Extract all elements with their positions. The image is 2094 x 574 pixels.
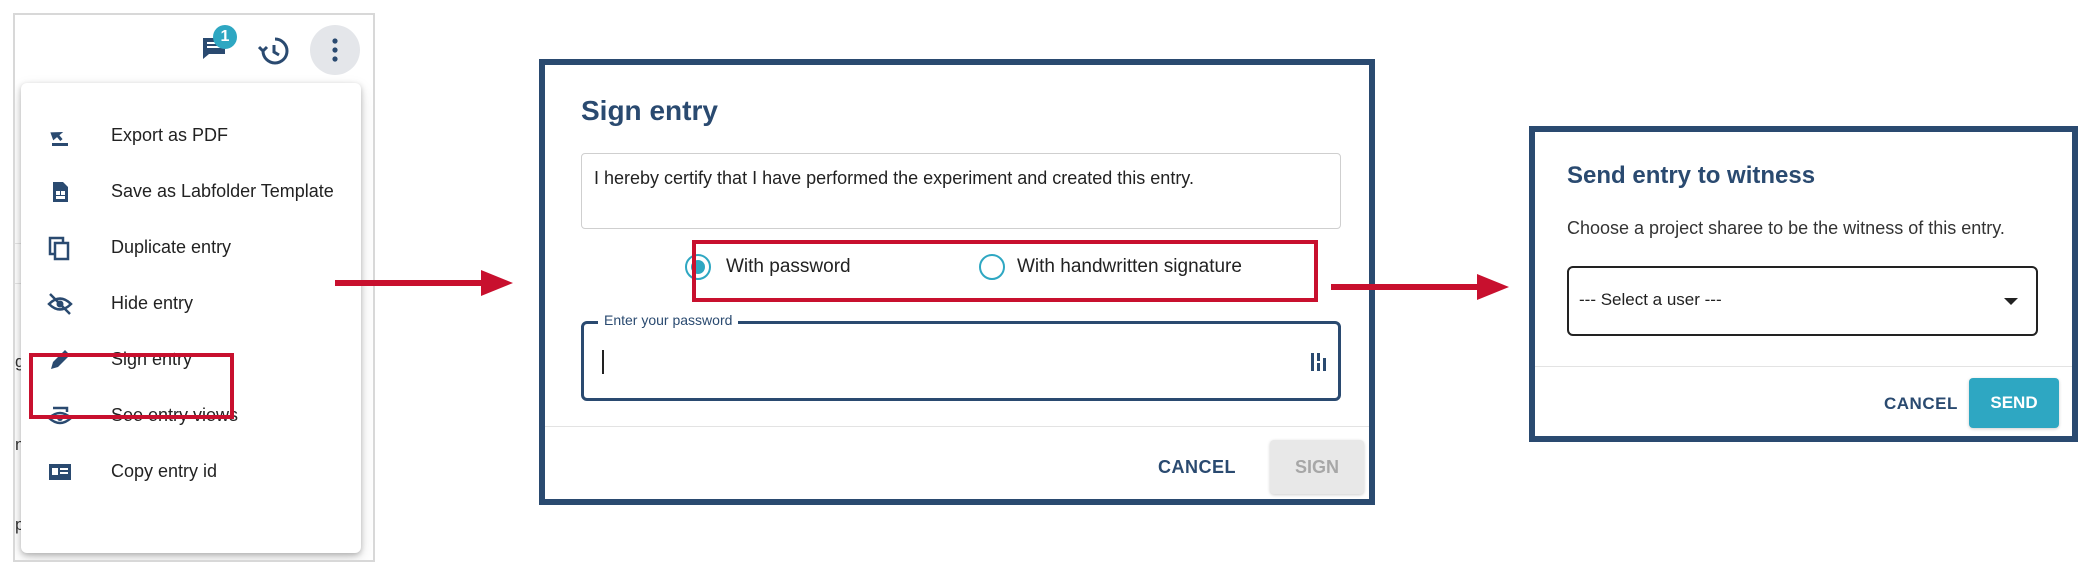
entry-actions-menu: Export as PDF Save as Labfolder Template	[21, 83, 361, 553]
template-icon	[47, 179, 73, 205]
chevron-down-icon	[2004, 298, 2018, 305]
menu-item-hide[interactable]: Hide entry	[21, 275, 361, 331]
sign-entry-highlight	[29, 353, 234, 419]
menu-item-label: Export as PDF	[111, 124, 229, 145]
password-manager-icon[interactable]	[1310, 350, 1328, 379]
arrow-right-icon	[1331, 274, 1509, 300]
copy-icon	[47, 235, 73, 261]
download-icon	[47, 123, 73, 149]
cancel-button[interactable]: CANCEL	[1884, 394, 1958, 414]
sign-entry-dialog: Sign entry I hereby certify that I have …	[539, 59, 1375, 505]
menu-item-label: Save as Labfolder Template	[111, 180, 334, 201]
send-to-witness-dialog: Send entry to witness Choose a project s…	[1529, 126, 2078, 442]
menu-item-label: Copy entry id	[111, 460, 218, 481]
more-options-button[interactable]	[310, 25, 360, 75]
sign-method-highlight	[692, 240, 1318, 302]
witness-user-select[interactable]: --- Select a user ---	[1567, 266, 2038, 336]
menu-item-duplicate[interactable]: Duplicate entry	[21, 219, 361, 275]
dialog-divider	[545, 426, 1369, 427]
menu-item-label: Duplicate entry	[111, 236, 232, 257]
dialog-title: Send entry to witness	[1567, 162, 1816, 189]
menu-item-label: Hide entry	[111, 292, 194, 313]
sign-button[interactable]: SIGN	[1270, 440, 1364, 494]
dialog-description: Choose a project sharee to be the witnes…	[1567, 218, 2005, 238]
certification-statement: I hereby certify that I have performed t…	[581, 153, 1341, 229]
menu-item-copy-id[interactable]: Copy entry id	[21, 443, 361, 499]
history-icon[interactable]	[257, 35, 290, 72]
more-vert-icon	[332, 38, 338, 62]
dialog-divider	[1535, 366, 2072, 367]
arrow-right-icon	[335, 270, 513, 296]
menu-item-export-pdf[interactable]: Export as PDF	[21, 107, 361, 163]
cancel-button[interactable]: CANCEL	[1158, 457, 1236, 478]
select-value: --- Select a user ---	[1579, 290, 1722, 309]
send-button[interactable]: SEND	[1969, 378, 2059, 428]
text-cursor	[602, 350, 604, 374]
eye-off-icon	[47, 291, 73, 317]
menu-item-save-template[interactable]: Save as Labfolder Template	[21, 163, 361, 219]
password-field[interactable]: Enter your password	[581, 312, 1341, 401]
password-field-label: Enter your password	[598, 312, 739, 328]
dialog-title: Sign entry	[581, 95, 718, 126]
id-card-icon	[47, 459, 73, 485]
comment-count-badge: 1	[213, 25, 237, 49]
entry-actions-panel: g np p 1	[13, 13, 375, 562]
